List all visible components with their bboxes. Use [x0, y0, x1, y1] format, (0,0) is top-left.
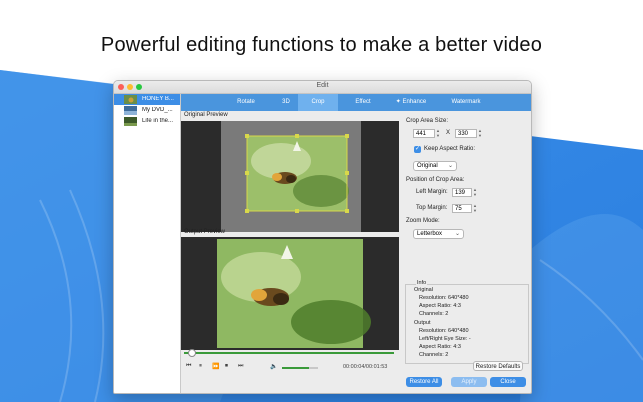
close-button[interactable]: Close — [490, 377, 526, 387]
left-margin-value: 139 — [455, 190, 466, 196]
info-title: Info — [416, 280, 428, 286]
tab-watermark[interactable]: Watermark — [436, 94, 496, 111]
fast-forward-icon[interactable]: ⏩ — [212, 363, 219, 370]
crop-position-label: Position of Crop Area: — [406, 177, 465, 183]
apply-button[interactable]: Apply — [451, 377, 487, 387]
output-heading: Output — [414, 320, 431, 326]
output-eye-size: Left/Right Eye Size: - — [419, 336, 471, 342]
original-preview — [181, 121, 399, 232]
crop-height-stepper[interactable]: ▲ ▼ — [477, 128, 483, 138]
tab-bar: Rotate 3D Crop Effect ✦ Enhance Watermar… — [181, 94, 531, 111]
crop-size-times: X — [446, 130, 451, 136]
file-item[interactable]: Life in the... — [114, 116, 180, 127]
top-margin-field[interactable]: 75 ▲ ▼ — [452, 203, 477, 213]
top-margin-value: 75 — [455, 206, 462, 212]
zoom-mode-value: Letterbox — [417, 231, 443, 237]
file-name: My DVD_... — [142, 106, 173, 113]
output-resolution: Resolution: 640*480 — [419, 328, 469, 334]
seek-handle[interactable] — [188, 349, 197, 357]
video-thumbnail-icon — [124, 117, 137, 126]
edit-window: Edit HONEY B... My DVD_... Life in the..… — [113, 80, 532, 394]
title-bar: Edit — [114, 81, 531, 94]
volume-slider[interactable] — [282, 367, 318, 369]
output-aspect: Aspect Ratio: 4:3 — [419, 344, 461, 350]
zoom-mode-select[interactable]: Letterbox ⌄ — [413, 229, 464, 239]
file-item[interactable]: My DVD_... — [114, 105, 180, 116]
file-item[interactable]: HONEY B... — [114, 94, 180, 105]
left-margin-label: Left Margin: — [416, 189, 448, 195]
tab-3d[interactable]: 3D — [271, 94, 301, 111]
aspect-ratio-value: Original — [417, 163, 438, 169]
crop-width-stepper[interactable]: ▲ ▼ — [435, 128, 441, 138]
video-thumbnail-icon — [124, 106, 137, 115]
stop-icon[interactable]: ⏹ — [225, 363, 228, 370]
left-margin-field[interactable]: 139 ▲ ▼ — [452, 187, 477, 197]
left-margin-stepper[interactable]: ▲ ▼ — [472, 187, 478, 197]
page-headline: Powerful editing functions to make a bet… — [100, 34, 543, 56]
keep-aspect-checkbox[interactable]: ✓ — [414, 146, 421, 153]
original-resolution: Resolution: 640*480 — [419, 295, 469, 301]
chevron-down-icon: ⌄ — [454, 231, 460, 237]
crop-height-field[interactable]: 330 ▲ ▼ — [455, 128, 482, 138]
video-thumbnail-icon — [124, 95, 137, 104]
aspect-ratio-select[interactable]: Original ⌄ — [413, 161, 457, 171]
file-name: HONEY B... — [142, 95, 174, 102]
original-channels: Channels: 2 — [419, 311, 449, 317]
crop-height-value: 330 — [458, 131, 469, 137]
seek-bar[interactable] — [184, 349, 394, 357]
top-margin-stepper[interactable]: ▲ ▼ — [472, 203, 478, 213]
chevron-down-icon: ⌄ — [447, 163, 453, 169]
original-aspect: Aspect Ratio: 4:3 — [419, 303, 461, 309]
enhance-icon: ✦ — [395, 99, 403, 105]
restore-all-button[interactable]: Restore All — [406, 377, 442, 387]
restore-defaults-button[interactable]: Restore Defaults — [473, 361, 523, 371]
tab-enhance[interactable]: ✦ Enhance — [386, 94, 436, 111]
output-channels: Channels: 2 — [419, 352, 449, 358]
crop-width-value: 441 — [416, 131, 427, 137]
volume-icon[interactable]: 🔈 — [270, 363, 277, 370]
tab-enhance-label: Enhance — [402, 99, 427, 105]
file-list: HONEY B... My DVD_... Life in the... — [114, 94, 181, 393]
output-frame-image — [217, 239, 371, 348]
crop-area-size-label: Crop Area Size: — [406, 118, 449, 124]
playback-time: 00:00:04/00:01:53 — [343, 364, 388, 370]
crop-width-field[interactable]: 441 ▲ ▼ — [413, 128, 440, 138]
output-preview-label: Output Preview — [184, 229, 226, 235]
tab-crop[interactable]: Crop — [298, 94, 338, 111]
window-title: Edit — [316, 82, 329, 89]
original-preview-label: Original Preview — [184, 112, 228, 118]
crop-settings-panel: Crop Area Size: 441 ▲ ▼ X 330 ▲ ▼ ✓ Keep A… — [400, 111, 531, 393]
previous-icon[interactable]: ⏮ — [186, 363, 191, 370]
original-frame-image — [221, 121, 361, 232]
tab-effect[interactable]: Effect — [338, 94, 388, 111]
zoom-mode-label: Zoom Mode: — [406, 218, 440, 224]
output-preview — [181, 237, 399, 350]
tab-rotate[interactable]: Rotate — [221, 94, 271, 111]
keep-aspect-label: Keep Aspect Ratio: — [424, 146, 476, 152]
next-icon[interactable]: ⏭ — [238, 363, 243, 370]
volume-level — [282, 367, 309, 369]
original-heading: Original — [414, 287, 433, 293]
file-name: Life in the... — [142, 117, 174, 124]
top-margin-label: Top Margin: — [416, 205, 448, 211]
pause-icon[interactable]: ⏸ — [199, 363, 202, 370]
